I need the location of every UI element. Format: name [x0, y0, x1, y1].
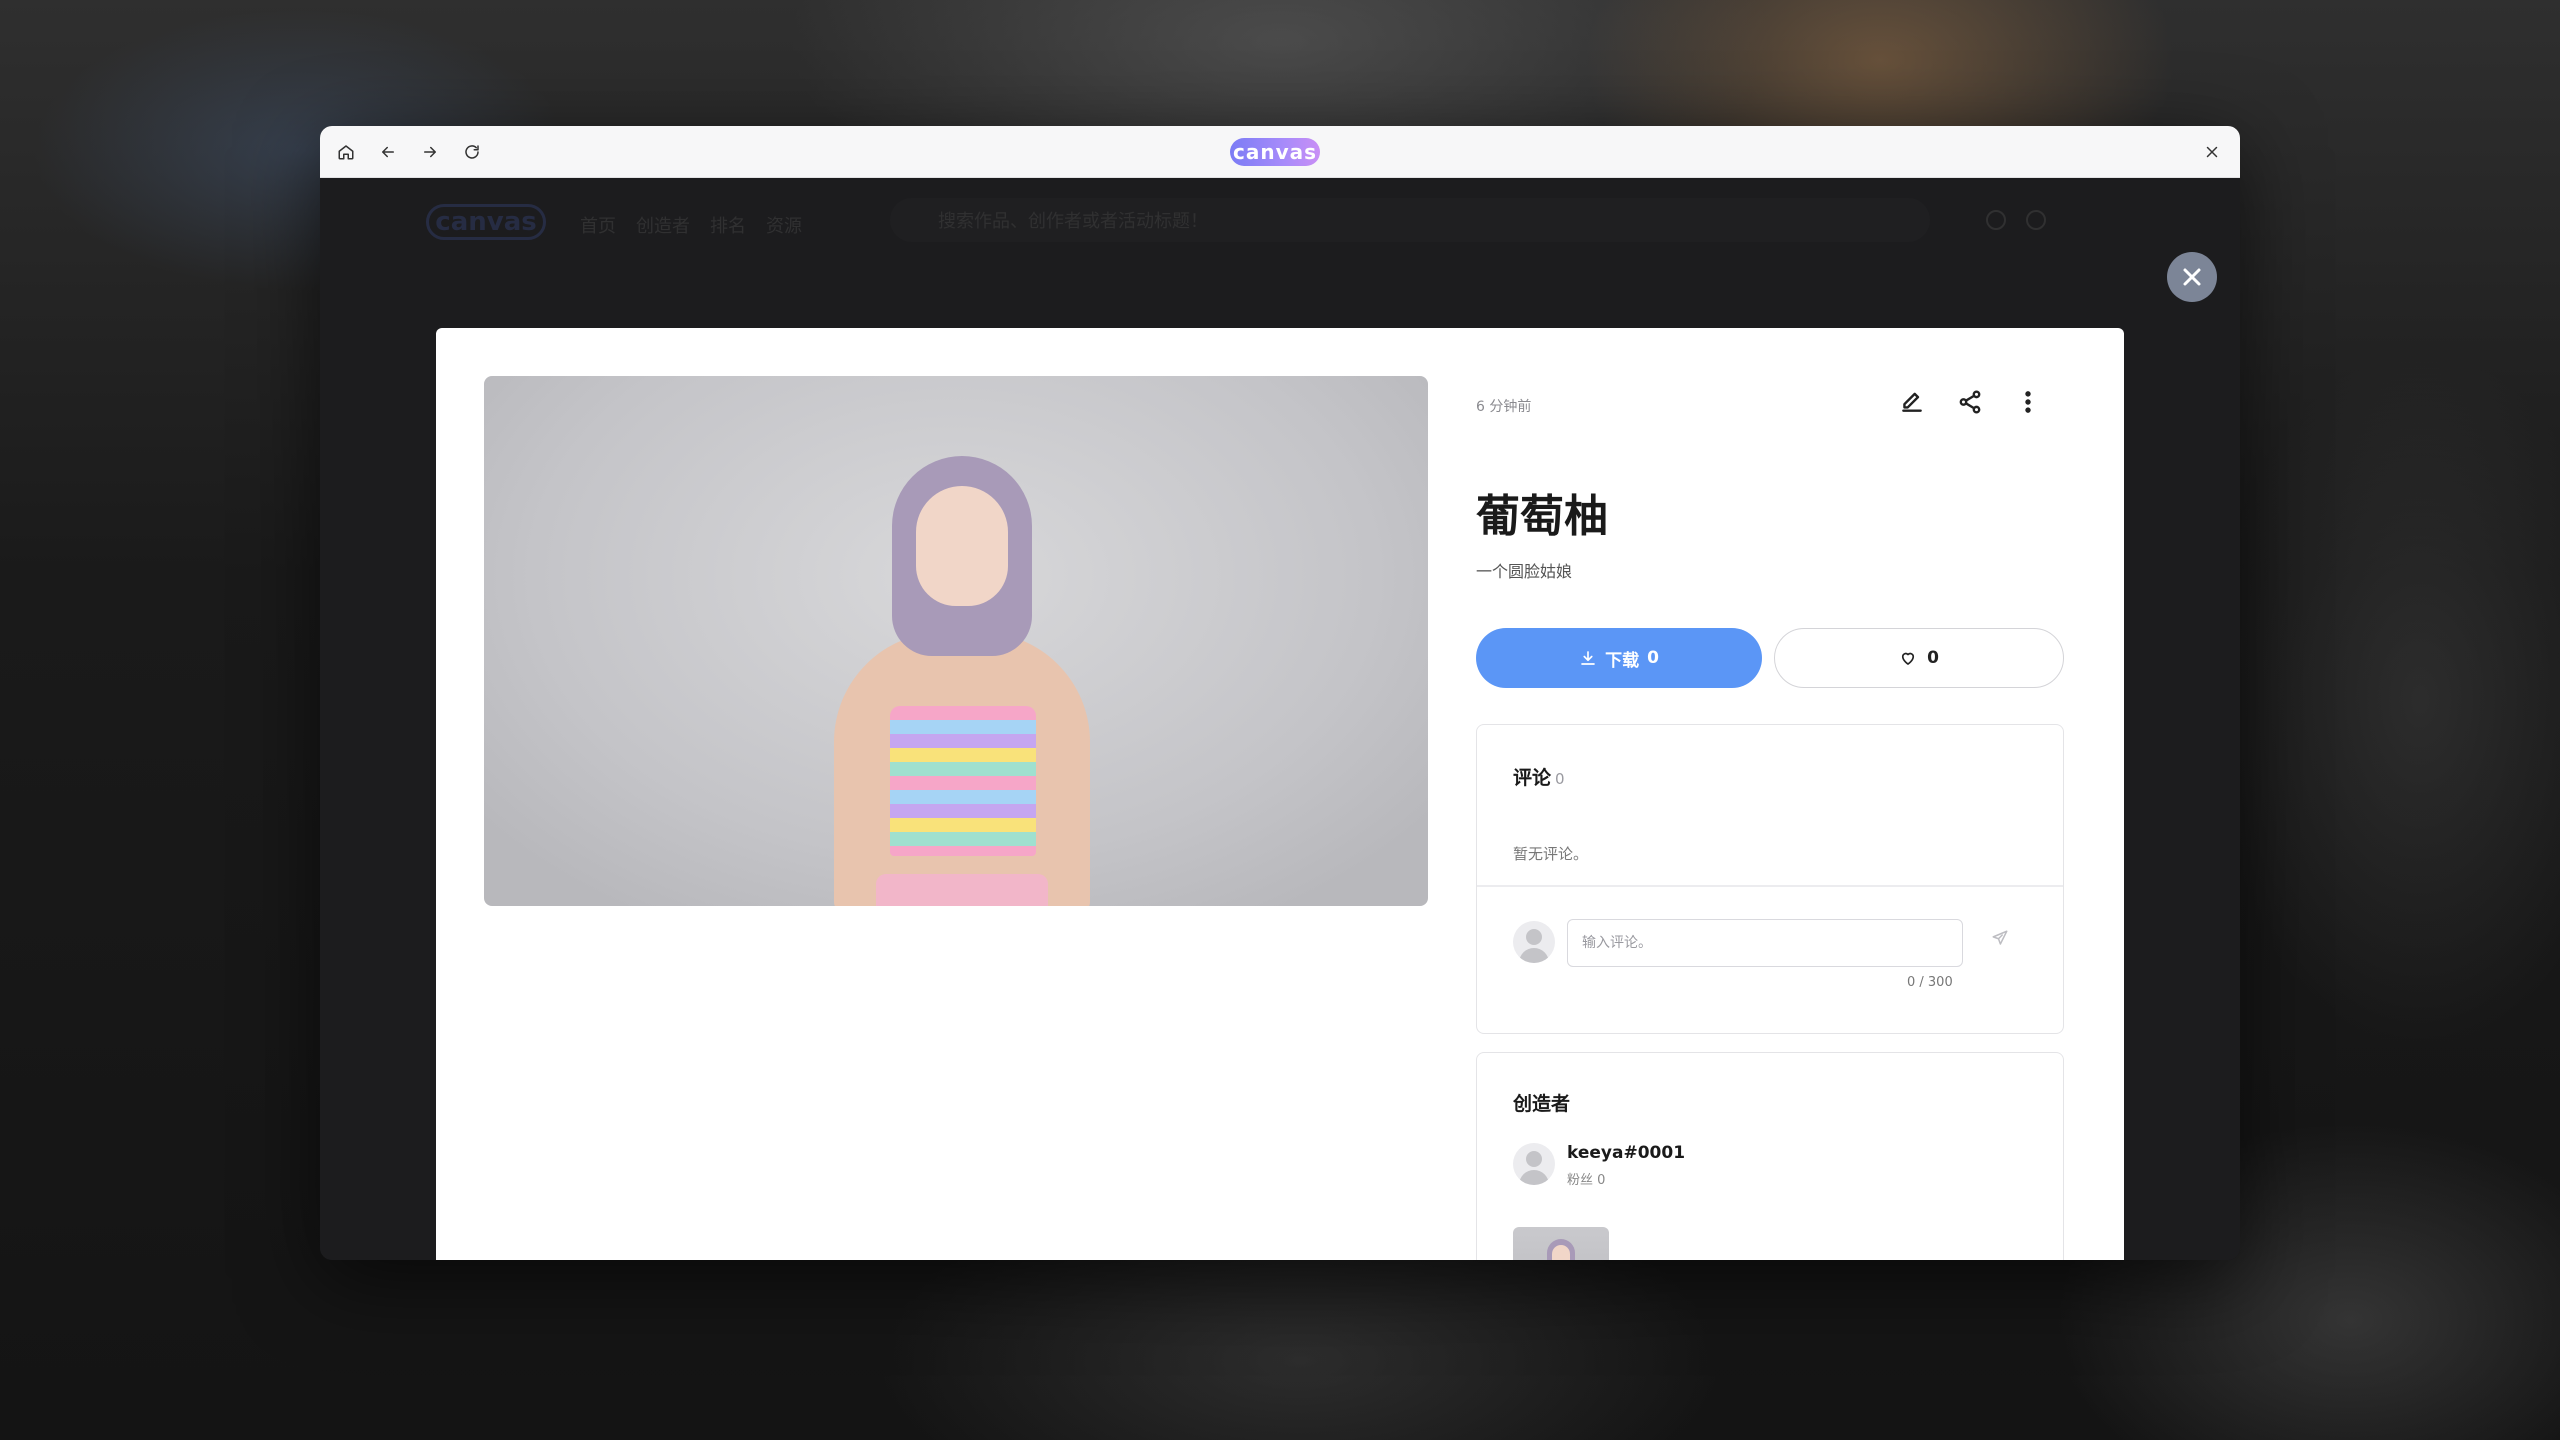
send-icon: [1992, 930, 2008, 945]
arrow-right-icon: [424, 146, 436, 158]
comment-char-count: 0 / 300: [1907, 975, 1953, 990]
send-comment-button[interactable]: [1991, 929, 2017, 955]
more-button[interactable]: [2008, 382, 2048, 422]
close-icon: [2206, 146, 2218, 158]
nav-item-resources[interactable]: 资源: [766, 212, 802, 238]
nav-item-ranking[interactable]: 排名: [710, 212, 746, 238]
creator-name[interactable]: keeya#0001: [1567, 1143, 1685, 1163]
comment-input[interactable]: [1567, 919, 1963, 967]
current-user-avatar: [1513, 921, 1555, 963]
browser-titlebar: canvas: [320, 126, 2240, 178]
reload-icon: [465, 145, 479, 159]
comments-divider: [1477, 885, 2063, 887]
pencil-icon: [1902, 392, 1922, 412]
more-vertical-icon: [2025, 391, 2031, 413]
nav-item-home[interactable]: 首页: [580, 212, 616, 238]
browser-window: canvas canvas 首页 创造者 排名 资源 搜索作品、创作者或者活动标…: [320, 126, 2240, 1260]
globe-icon[interactable]: [1986, 210, 2006, 230]
heart-icon: [1902, 652, 1915, 665]
home-icon: [338, 145, 354, 160]
arrow-left-icon: [382, 146, 394, 158]
post-image[interactable]: [484, 376, 1428, 906]
comments-title: 评论 0: [1513, 767, 1565, 789]
app-area: canvas 首页 创造者 排名 资源 搜索作品、创作者或者活动标题！ 6 分钟…: [320, 178, 2240, 1260]
window-close-button[interactable]: [2198, 138, 2226, 166]
download-icon: [1581, 651, 1595, 665]
download-count: 0: [1647, 648, 1659, 668]
home-button[interactable]: [332, 138, 360, 166]
creator-title: 创造者: [1513, 1093, 1571, 1115]
close-icon: [2183, 268, 2201, 286]
share-icon: [1959, 390, 1981, 414]
like-count: 0: [1927, 648, 1939, 668]
creator-fans: 粉丝 0: [1567, 1173, 1606, 1188]
nav-item-creators[interactable]: 创造者: [636, 212, 690, 238]
canvas-logo: canvas: [1230, 138, 1320, 166]
bell-icon[interactable]: [2026, 210, 2046, 230]
app-search[interactable]: 搜索作品、创作者或者活动标题！: [890, 198, 1930, 242]
back-button[interactable]: [374, 138, 402, 166]
post-description: 一个圆脸姑娘: [1476, 562, 1573, 581]
download-button[interactable]: 下载 0: [1476, 628, 1762, 688]
download-label: 下载: [1605, 650, 1640, 671]
reload-button[interactable]: [458, 138, 486, 166]
comments-card: 评论0 暂无评论。 0 / 300: [1476, 724, 2064, 1034]
creator-work-thumbnail[interactable]: [1513, 1227, 1609, 1260]
comments-count: 0: [1555, 770, 1565, 788]
comments-empty-text: 暂无评论。: [1513, 845, 1589, 863]
creator-card: 创造者 keeya#0001 粉丝 0: [1476, 1052, 2064, 1260]
forward-button[interactable]: [416, 138, 444, 166]
edit-button[interactable]: [1892, 382, 1932, 422]
share-button[interactable]: [1950, 382, 1990, 422]
like-button[interactable]: 0: [1774, 628, 2064, 688]
app-logo[interactable]: canvas: [426, 204, 546, 240]
post-title: 葡萄柚: [1476, 491, 1608, 542]
post-timestamp: 6 分钟前: [1476, 399, 1532, 415]
modal-close-button[interactable]: [2167, 252, 2217, 302]
app-header: canvas 首页 创造者 排名 资源 搜索作品、创作者或者活动标题！: [320, 178, 2240, 262]
creator-avatar[interactable]: [1513, 1143, 1555, 1185]
post-modal: 6 分钟前 葡萄柚 一个圆脸姑娘 下载 0 0 评论 0 暂无评论。 输入评论。…: [436, 328, 2124, 1260]
